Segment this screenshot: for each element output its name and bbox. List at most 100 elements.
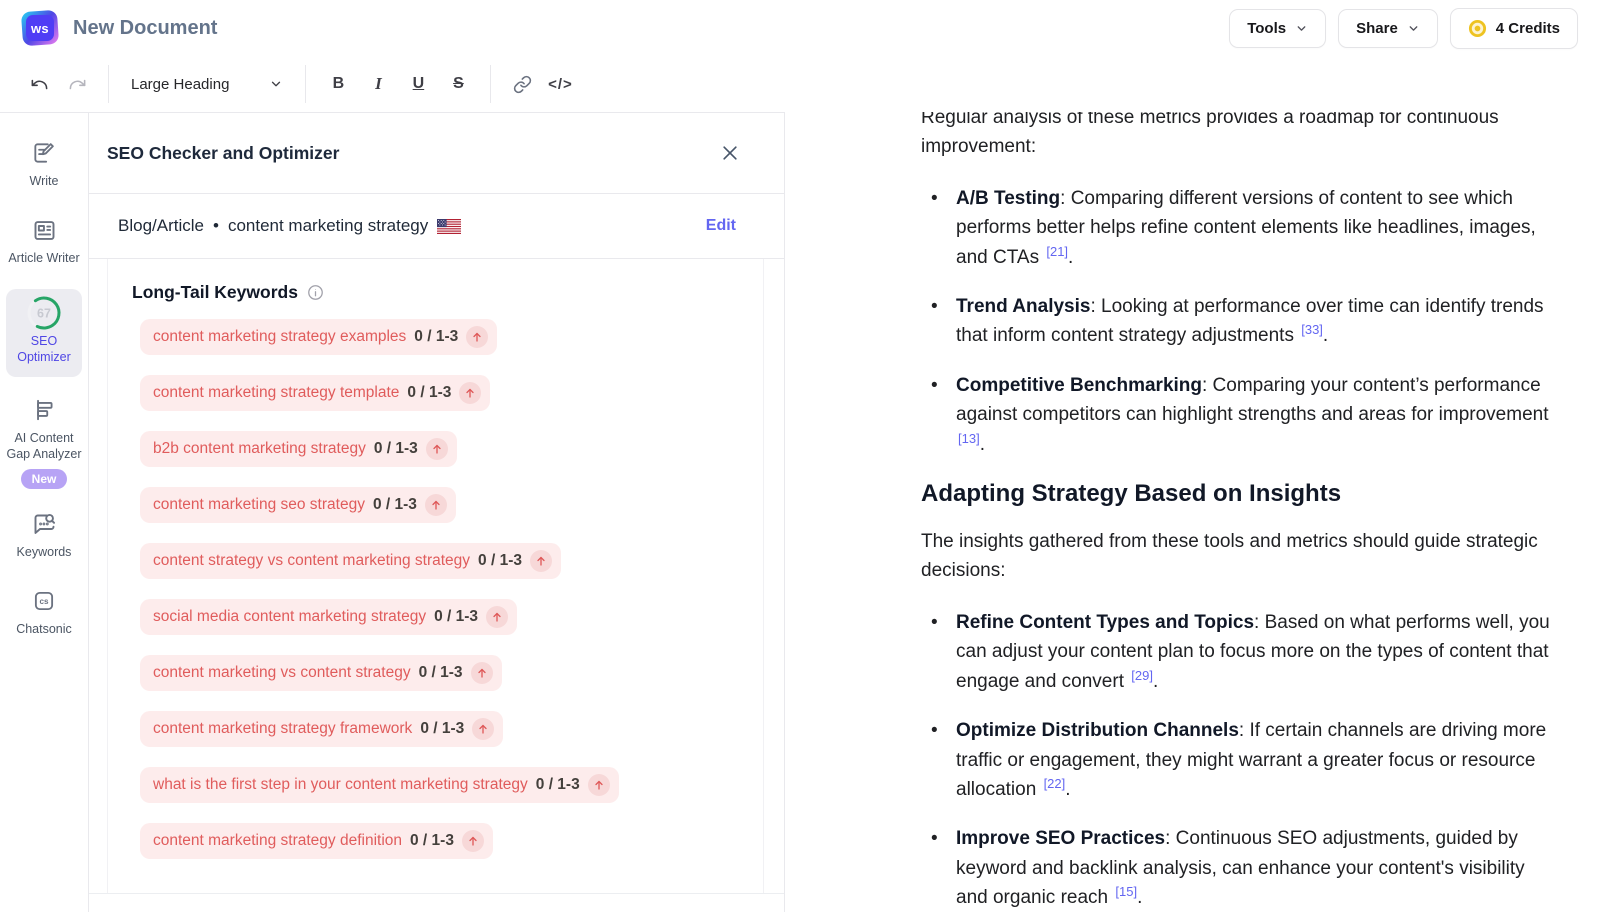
link-button[interactable]: [503, 65, 541, 103]
sidebar-item-chatsonic[interactable]: cs Chatsonic: [4, 587, 84, 637]
citation-link[interactable]: [33]: [1301, 322, 1323, 337]
sidebar-item-label: Keywords: [17, 544, 72, 560]
doc-bullet: Trend Analysis: Looking at performance o…: [931, 292, 1560, 352]
arrow-up-icon: [426, 438, 448, 460]
doc-bullet: Competitive Benchmarking: Comparing your…: [931, 371, 1560, 460]
bullet-term: Improve SEO Practices: [956, 828, 1165, 849]
close-panel-button[interactable]: [716, 139, 744, 167]
text-style-select[interactable]: Large Heading: [121, 76, 293, 93]
chevron-down-icon: [269, 77, 283, 91]
article-writer-icon: [31, 216, 58, 244]
keyword-count: 0 / 1-3: [414, 328, 458, 346]
toolbar-divider: [305, 65, 306, 103]
keyword-text: what is the first step in your content m…: [153, 776, 528, 794]
editor-toolbar: Large Heading B I U S </>: [0, 56, 1600, 112]
logo-mark: ws: [26, 15, 54, 41]
keyword-pill[interactable]: b2b content marketing strategy 0 / 1-3: [140, 431, 457, 467]
sidebar-item-article-writer[interactable]: Article Writer: [4, 216, 84, 266]
keyword-pill[interactable]: content marketing seo strategy0 / 1-3: [140, 487, 456, 523]
sidebar: Write Article Writer 67 SEO Optimizer AI Co…: [0, 112, 89, 912]
keyword-text: social media content marketing strategy: [153, 608, 426, 626]
writesonic-logo[interactable]: ws: [22, 11, 58, 45]
close-icon: [720, 143, 740, 163]
long-tail-keywords-header: Long-Tail Keywords: [132, 282, 763, 303]
app-window: ws New Document Tools Share 4 Credits: [0, 0, 1600, 912]
seo-panel: SEO Checker and Optimizer Blog/Article •…: [89, 112, 785, 912]
document-canvas[interactable]: Regular analysis of these metrics provid…: [785, 112, 1600, 912]
edit-button[interactable]: Edit: [706, 217, 736, 235]
undo-button[interactable]: [20, 65, 58, 103]
citation-link[interactable]: [21]: [1046, 244, 1068, 259]
bold-button[interactable]: B: [318, 65, 358, 103]
keyword-text: content marketing strategy framework: [153, 720, 412, 738]
keyword-count: 0 / 1-3: [536, 776, 580, 794]
keyword-pill-list: content marketing strategy examples0 / 1…: [140, 319, 763, 859]
bullet-term: A/B Testing: [956, 188, 1060, 209]
document-title[interactable]: New Document: [73, 17, 217, 40]
keywords-icon: [31, 510, 58, 538]
chevron-down-icon: [1295, 22, 1308, 35]
strikethrough-button[interactable]: S: [438, 65, 478, 103]
sidebar-item-label: Chatsonic: [16, 621, 72, 637]
citation-link[interactable]: [15]: [1115, 884, 1137, 899]
sidebar-item-label: Write: [30, 173, 59, 189]
keyword-count: 0 / 1-3: [478, 552, 522, 570]
keyword-pill[interactable]: content marketing vs content strategy0 /…: [140, 655, 502, 691]
keyword-text: content strategy vs content marketing st…: [153, 552, 470, 570]
doc-bullet-list: Refine Content Types and Topics: Based o…: [921, 608, 1560, 912]
seo-settings-row: Blog/Article • content marketing strateg…: [89, 194, 784, 259]
us-flag-icon: [437, 219, 461, 234]
code-button[interactable]: </>: [541, 65, 579, 103]
sidebar-item-keywords[interactable]: Keywords: [4, 510, 84, 560]
keyword-count: 0 / 1-3: [374, 440, 418, 458]
keyword-pill[interactable]: content marketing strategy template0 / 1…: [140, 375, 490, 411]
sidebar-item-write[interactable]: Write: [4, 139, 84, 189]
arrow-up-icon: [486, 606, 508, 628]
keyword-count: 0 / 1-3: [419, 664, 463, 682]
keyword-pill[interactable]: content marketing strategy definition0 /…: [140, 823, 493, 859]
doc-paragraph: Regular analysis of these metrics provid…: [921, 112, 1560, 162]
underline-button[interactable]: U: [398, 65, 438, 103]
italic-button[interactable]: I: [358, 65, 398, 103]
citation-link[interactable]: [29]: [1131, 668, 1153, 683]
sidebar-item-seo-optimizer[interactable]: 67 SEO Optimizer: [6, 289, 82, 377]
keyword-text: content marketing strategy template: [153, 384, 399, 402]
keyword-pill[interactable]: social media content marketing strategy0…: [140, 599, 517, 635]
panel-footer: [89, 893, 784, 912]
redo-icon: [68, 75, 87, 94]
bullet-term: Trend Analysis: [956, 296, 1090, 317]
keyword-text: b2b content marketing strategy: [153, 440, 366, 458]
arrow-up-icon: [462, 830, 484, 852]
bullet-term: Refine Content Types and Topics: [956, 612, 1254, 633]
undo-icon: [30, 75, 49, 94]
citation-link[interactable]: [22]: [1044, 776, 1066, 791]
redo-button[interactable]: [58, 65, 96, 103]
keyword-pill[interactable]: content strategy vs content marketing st…: [140, 543, 561, 579]
svg-text:cs: cs: [39, 597, 49, 606]
seo-settings-summary: Blog/Article • content marketing strateg…: [118, 216, 461, 236]
keyword-pill[interactable]: what is the first step in your content m…: [140, 767, 619, 803]
tools-button[interactable]: Tools: [1229, 9, 1326, 48]
gap-analyzer-icon: [31, 396, 57, 424]
seo-score-ring: 67: [25, 299, 63, 327]
keyword-pill[interactable]: content marketing strategy framework 0 / …: [140, 711, 503, 747]
citation-link[interactable]: [13]: [958, 431, 980, 446]
doc-bullet: Improve SEO Practices: Continuous SEO ad…: [931, 824, 1560, 912]
bullet-term: Competitive Benchmarking: [956, 375, 1202, 396]
doc-bullet: A/B Testing: Comparing different version…: [931, 184, 1560, 273]
keyword-text: content marketing seo strategy: [153, 496, 365, 514]
header-actions: Tools Share 4 Credits: [1229, 8, 1578, 49]
share-button[interactable]: Share: [1338, 9, 1438, 48]
sidebar-item-label: Article Writer: [8, 250, 79, 266]
keyword-count: 0 / 1-3: [420, 720, 464, 738]
keyword-pill[interactable]: content marketing strategy examples0 / 1…: [140, 319, 497, 355]
app-header: ws New Document Tools Share 4 Credits: [0, 0, 1600, 56]
sidebar-item-label: AI Content Gap Analyzer: [4, 430, 84, 462]
credits-button[interactable]: 4 Credits: [1450, 8, 1578, 49]
info-icon[interactable]: [307, 284, 324, 301]
bullet-term: Optimize Distribution Channels: [956, 720, 1239, 741]
arrow-up-icon: [471, 662, 493, 684]
sidebar-item-label: SEO Optimizer: [6, 333, 82, 365]
doc-heading: Adapting Strategy Based on Insights: [921, 480, 1560, 508]
sidebar-item-ai-content-gap-analyzer[interactable]: AI Content Gap AnalyzerNew: [4, 396, 84, 489]
